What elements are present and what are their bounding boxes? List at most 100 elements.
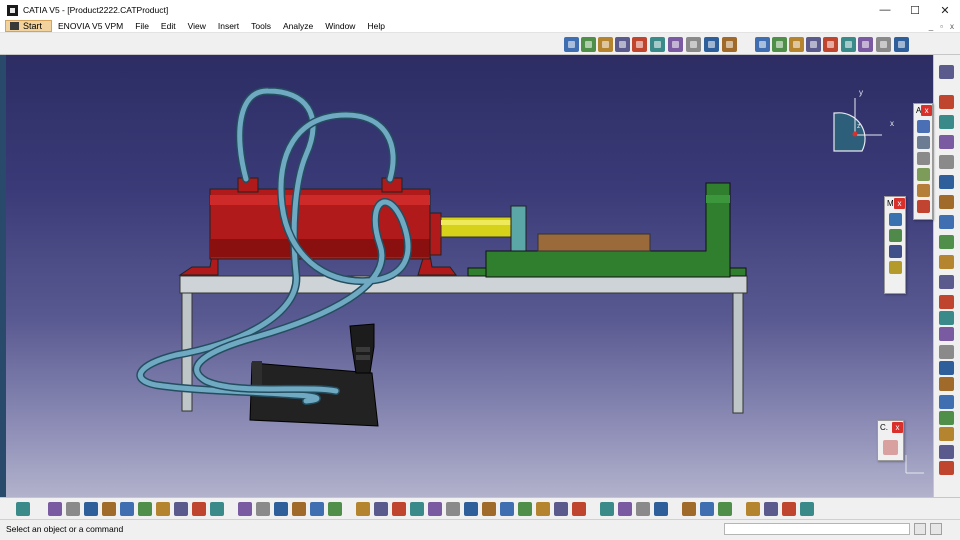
rotate-icon[interactable] (410, 502, 424, 516)
properties-icon[interactable] (939, 461, 954, 475)
explode-icon[interactable] (939, 327, 954, 341)
doc-close-button[interactable]: x (950, 22, 954, 31)
select-icon[interactable] (823, 37, 838, 52)
save-icon[interactable] (84, 502, 98, 516)
command-input[interactable] (724, 523, 910, 535)
close-button[interactable]: ✕ (930, 0, 960, 20)
table-leg-right[interactable] (732, 291, 744, 414)
palette-c-close-button[interactable]: x (892, 422, 903, 433)
open-icon[interactable] (66, 502, 80, 516)
start-menu[interactable]: Start (5, 20, 53, 32)
video-icon[interactable] (718, 502, 732, 516)
cylinder-end-cap[interactable] (429, 212, 442, 256)
menu-item-edit[interactable]: Edit (155, 21, 182, 31)
options-icon[interactable] (894, 37, 909, 52)
v5-icon[interactable] (800, 502, 814, 516)
remove-icon[interactable] (939, 175, 954, 189)
symmetry-icon[interactable] (939, 195, 954, 209)
formula-icon[interactable] (238, 502, 252, 516)
apply-material-icon[interactable] (682, 502, 696, 516)
view-mode-icon[interactable] (500, 502, 514, 516)
measure-item-icon[interactable] (636, 502, 650, 516)
scenes-icon[interactable] (939, 275, 954, 289)
tools-palette-icon[interactable] (328, 502, 342, 516)
duplicate-icon[interactable] (939, 445, 954, 459)
add-icon[interactable] (939, 155, 954, 169)
manipulate-icon[interactable] (888, 213, 902, 226)
3d-compass-icon[interactable] (572, 502, 586, 516)
menu-item-enovia[interactable]: ENOVIA V5 VPM (52, 21, 129, 31)
replace-icon[interactable] (772, 37, 787, 52)
menu-item-view[interactable]: View (182, 21, 212, 31)
minimize-button[interactable]: — (870, 0, 900, 20)
cursor-icon[interactable] (939, 295, 954, 309)
flag-note-icon[interactable] (916, 168, 930, 181)
undo-icon[interactable] (174, 502, 188, 516)
analysis-icon[interactable] (764, 502, 778, 516)
zoom-out-icon[interactable] (446, 502, 460, 516)
annotation-icon[interactable] (916, 120, 930, 133)
snap-icon[interactable] (888, 229, 902, 242)
table-icon[interactable] (274, 502, 288, 516)
status-button-2[interactable] (930, 523, 942, 535)
compute-clash-icon[interactable] (939, 361, 954, 375)
catalog-icon[interactable] (704, 37, 719, 52)
pattern-icon[interactable] (939, 427, 954, 441)
snap-to-point-icon[interactable] (700, 502, 714, 516)
copy-icon[interactable] (138, 502, 152, 516)
manipulation-icon[interactable] (939, 311, 954, 325)
status-button-1[interactable] (914, 523, 926, 535)
pan-icon[interactable] (392, 502, 406, 516)
work-block[interactable] (537, 233, 651, 252)
bill-of-material-icon[interactable] (939, 395, 954, 409)
zoom-in-icon[interactable] (428, 502, 442, 516)
reorder-icon[interactable] (789, 37, 804, 52)
view-icon[interactable] (916, 152, 930, 165)
whats-this-icon[interactable] (210, 502, 224, 516)
distance-icon[interactable] (939, 377, 954, 391)
new-component-icon[interactable] (755, 37, 770, 52)
print-icon[interactable] (102, 502, 116, 516)
knowledge-icon[interactable] (256, 502, 270, 516)
cut-section-icon[interactable] (916, 184, 930, 197)
measure-icon[interactable] (668, 37, 683, 52)
view-icon[interactable] (939, 255, 954, 269)
update-icon[interactable] (686, 37, 701, 52)
menu-item-window[interactable]: Window (319, 21, 361, 31)
fly-mode-icon[interactable] (356, 502, 370, 516)
part-icon[interactable] (581, 37, 596, 52)
save-management-icon[interactable] (858, 37, 873, 52)
normal-view-icon[interactable] (464, 502, 478, 516)
menu-item-file[interactable]: File (129, 21, 155, 31)
scene-icon[interactable] (916, 200, 930, 213)
new-icon[interactable] (48, 502, 62, 516)
product-icon[interactable] (564, 37, 579, 52)
publication-icon[interactable] (841, 37, 856, 52)
flexible-icon[interactable] (876, 37, 891, 52)
maximize-button[interactable]: ☐ (900, 0, 930, 20)
palette-m[interactable]: M x (884, 196, 906, 294)
split-icon[interactable] (939, 95, 954, 109)
snap-icon[interactable] (632, 37, 647, 52)
menu-item-help[interactable]: Help (361, 21, 390, 31)
constraint-icon[interactable] (598, 37, 613, 52)
paste-icon[interactable] (156, 502, 170, 516)
numbering-icon[interactable] (806, 37, 821, 52)
hole-icon[interactable] (939, 115, 954, 129)
menu-item-insert[interactable]: Insert (212, 21, 245, 31)
text-icon[interactable] (939, 235, 954, 249)
palette-a[interactable]: A x (913, 103, 933, 220)
render-icon[interactable] (746, 502, 760, 516)
space-analysis-icon[interactable] (782, 502, 796, 516)
smart-move-icon[interactable] (888, 245, 902, 258)
palette-c[interactable]: C. x (877, 420, 904, 461)
quick-view-icon[interactable] (482, 502, 496, 516)
fit-all-icon[interactable] (374, 502, 388, 516)
redo-icon[interactable] (192, 502, 206, 516)
doc-restore-button[interactable]: ▫ (940, 22, 943, 31)
sectioning-icon[interactable] (939, 345, 954, 359)
measure-between-icon[interactable] (618, 502, 632, 516)
doc-minimize-button[interactable]: _ (929, 22, 933, 31)
specification-tree-icon[interactable] (600, 502, 614, 516)
swap-visible-icon[interactable] (536, 502, 550, 516)
